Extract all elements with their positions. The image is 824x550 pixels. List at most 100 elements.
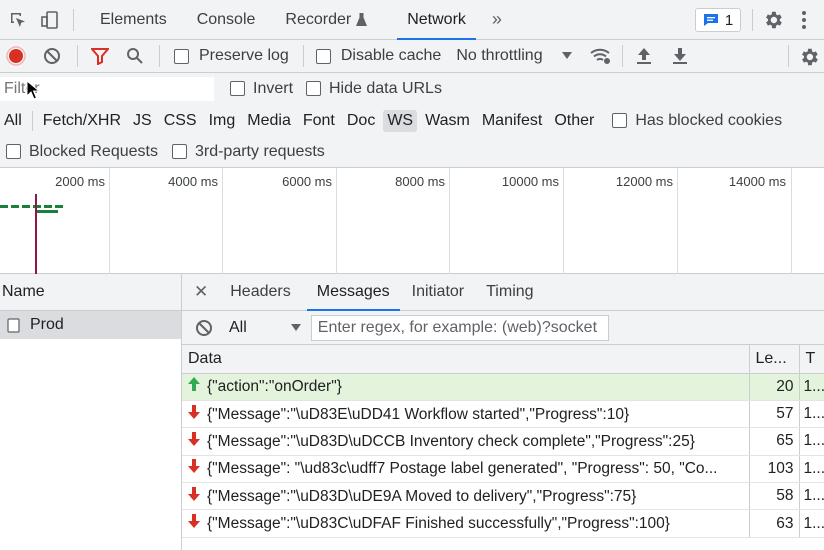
issues-count: 1 <box>724 11 734 29</box>
timeline-tick-label: 2000 ms <box>55 174 105 189</box>
message-data-cell: {"Message":"\uD83C\uDFAF Finished succes… <box>182 509 750 538</box>
tab-network[interactable]: Network <box>397 11 476 40</box>
blocked-requests-label: Blocked Requests <box>29 142 158 160</box>
timeline-request-bar-dashed <box>0 205 66 208</box>
record-button-icon[interactable] <box>6 46 26 66</box>
message-data-cell: {"Message":"\uD83E\uDD41 Workflow starte… <box>182 400 750 429</box>
message-row[interactable]: {"Message": "\ud83c\udff7 Postage label … <box>182 455 824 484</box>
message-row[interactable]: {"Message":"\uD83D\uDE9A Moved to delive… <box>182 482 824 511</box>
tab-initiator[interactable]: Initiator <box>412 283 464 301</box>
settings-gear-icon[interactable] <box>762 9 784 36</box>
message-length-cell: 63 <box>749 509 800 538</box>
type-filter-fetch-xhr[interactable]: Fetch/XHR <box>39 110 125 132</box>
dropdown-arrow-icon[interactable] <box>290 323 301 332</box>
type-filter-other[interactable]: Other <box>550 110 598 132</box>
tab-recorder[interactable]: Recorder <box>285 11 351 29</box>
close-details-icon[interactable]: ✕ <box>194 282 208 302</box>
message-data-text: {"action":"onOrder"} <box>207 378 342 396</box>
message-row[interactable]: {"Message":"\uD83C\uDFAF Finished succes… <box>182 509 824 538</box>
more-tabs-icon[interactable]: » <box>492 9 502 30</box>
timeline-tick-label: 14000 ms <box>728 174 786 189</box>
message-data-cell: {"action":"onOrder"} <box>182 373 750 401</box>
time-column-header[interactable]: T <box>799 345 824 374</box>
filter-icon[interactable] <box>91 47 109 65</box>
type-filter-js[interactable]: JS <box>129 110 156 132</box>
invert-checkbox[interactable] <box>230 81 245 96</box>
type-filter-css[interactable]: CSS <box>160 110 201 132</box>
tab-headers[interactable]: Headers <box>230 283 290 301</box>
length-column-header[interactable]: Le... <box>749 345 800 374</box>
tab-messages[interactable]: Messages <box>306 283 400 311</box>
blocked-requests-checkbox[interactable] <box>6 144 21 159</box>
data-column-header[interactable]: Data <box>182 345 750 374</box>
name-column-header[interactable]: Name <box>0 274 181 311</box>
message-data-cell: {"Message":"\uD83D\uDE9A Moved to delive… <box>182 482 750 511</box>
export-har-icon[interactable] <box>672 47 688 65</box>
tab-timing[interactable]: Timing <box>486 283 533 301</box>
message-data-text: {"Message":"\uD83E\uDD41 Workflow starte… <box>207 405 630 423</box>
third-party-requests-label: 3rd-party requests <box>194 142 325 160</box>
network-toolbar: Preserve log Disable cache No throttling <box>0 40 824 73</box>
message-time-cell: 1... <box>799 482 824 511</box>
third-party-requests-checkbox[interactable] <box>171 144 187 159</box>
clear-messages-icon[interactable] <box>195 319 213 337</box>
details-tab-bar: ✕ Headers Messages Initiator Timing <box>182 274 824 311</box>
disable-cache-checkbox[interactable] <box>315 48 331 64</box>
timeline-tick-label: 4000 ms <box>168 174 218 189</box>
tab-console[interactable]: Console <box>197 11 256 29</box>
throttling-select[interactable]: No throttling <box>456 47 542 65</box>
device-toolbar-icon[interactable] <box>40 10 60 30</box>
type-filter-font[interactable]: Font <box>299 110 339 132</box>
message-data-cell: {"Message":"\uD83D\uDCCB Inventory check… <box>182 427 750 456</box>
message-data-text: {"Message":"\uD83D\uDCCB Inventory check… <box>207 432 695 450</box>
received-arrow-down-icon <box>187 459 201 478</box>
type-filter-doc[interactable]: Doc <box>343 110 379 132</box>
has-blocked-cookies-label: Has blocked cookies <box>635 111 783 129</box>
message-data-text: {"Message":"\uD83D\uDE9A Moved to delive… <box>207 487 637 505</box>
message-length-cell: 65 <box>749 427 800 456</box>
timeline-load-marker <box>35 194 37 274</box>
timeline-tick-label: 8000 ms <box>395 174 445 189</box>
request-row[interactable]: Prod <box>0 311 181 339</box>
messages-table: Data Le... T {"action":"onOrder"} 20 1...{… <box>182 345 824 538</box>
type-filter-media[interactable]: Media <box>243 110 295 132</box>
message-row[interactable]: {"Message":"\uD83E\uDD41 Workflow starte… <box>182 400 824 429</box>
messages-header-row: Data Le... T <box>182 345 824 374</box>
dropdown-arrow-icon[interactable] <box>561 52 572 60</box>
issues-badge[interactable]: 1 <box>695 8 741 32</box>
received-arrow-down-icon <box>187 404 201 424</box>
network-settings-gear-icon[interactable] <box>798 46 820 73</box>
invert-label: Invert <box>253 80 294 97</box>
regex-filter-input[interactable] <box>310 314 609 341</box>
import-har-icon[interactable] <box>636 47 652 65</box>
message-row[interactable]: {"action":"onOrder"} 20 1... <box>182 373 824 401</box>
type-filter-ws[interactable]: WS <box>383 109 418 132</box>
message-data-text: {"Message": "\ud83c\udff7 Postage label … <box>207 460 718 478</box>
message-time-cell: 1... <box>799 400 824 429</box>
clear-icon[interactable] <box>43 47 61 65</box>
has-blocked-cookies-checkbox[interactable] <box>612 113 628 128</box>
tab-elements[interactable]: Elements <box>100 11 167 29</box>
more-options-icon[interactable] <box>801 10 807 35</box>
hide-data-urls-checkbox[interactable] <box>306 81 321 96</box>
request-file-icon <box>7 317 20 333</box>
search-icon[interactable] <box>126 47 144 65</box>
resource-type-filter-row: All Fetch/XHR JS CSS Img Media Font Doc … <box>0 105 824 136</box>
timeline-tick-label: 10000 ms <box>501 174 559 189</box>
type-filter-img[interactable]: Img <box>205 110 240 132</box>
inspect-element-icon[interactable] <box>8 10 28 30</box>
received-arrow-down-icon <box>187 514 201 533</box>
timeline-overview[interactable]: 2000 ms 4000 ms 6000 ms 8000 ms 10000 ms… <box>0 168 824 274</box>
message-row[interactable]: {"Message":"\uD83D\uDCCB Inventory check… <box>182 427 824 456</box>
message-type-select[interactable]: All <box>229 319 247 337</box>
mouse-cursor-icon <box>26 79 41 105</box>
blocked-requests-row: Blocked Requests 3rd-party requests <box>0 136 824 168</box>
type-filter-manifest[interactable]: Manifest <box>478 110 546 132</box>
network-conditions-wifi-icon[interactable] <box>589 47 612 65</box>
request-list: Name Prod <box>0 274 182 550</box>
type-filter-all[interactable]: All <box>0 110 26 132</box>
message-data-cell: {"Message": "\ud83c\udff7 Postage label … <box>182 455 750 484</box>
preserve-log-checkbox[interactable] <box>174 48 189 64</box>
request-name: Prod <box>30 316 64 333</box>
type-filter-wasm[interactable]: Wasm <box>421 110 474 132</box>
